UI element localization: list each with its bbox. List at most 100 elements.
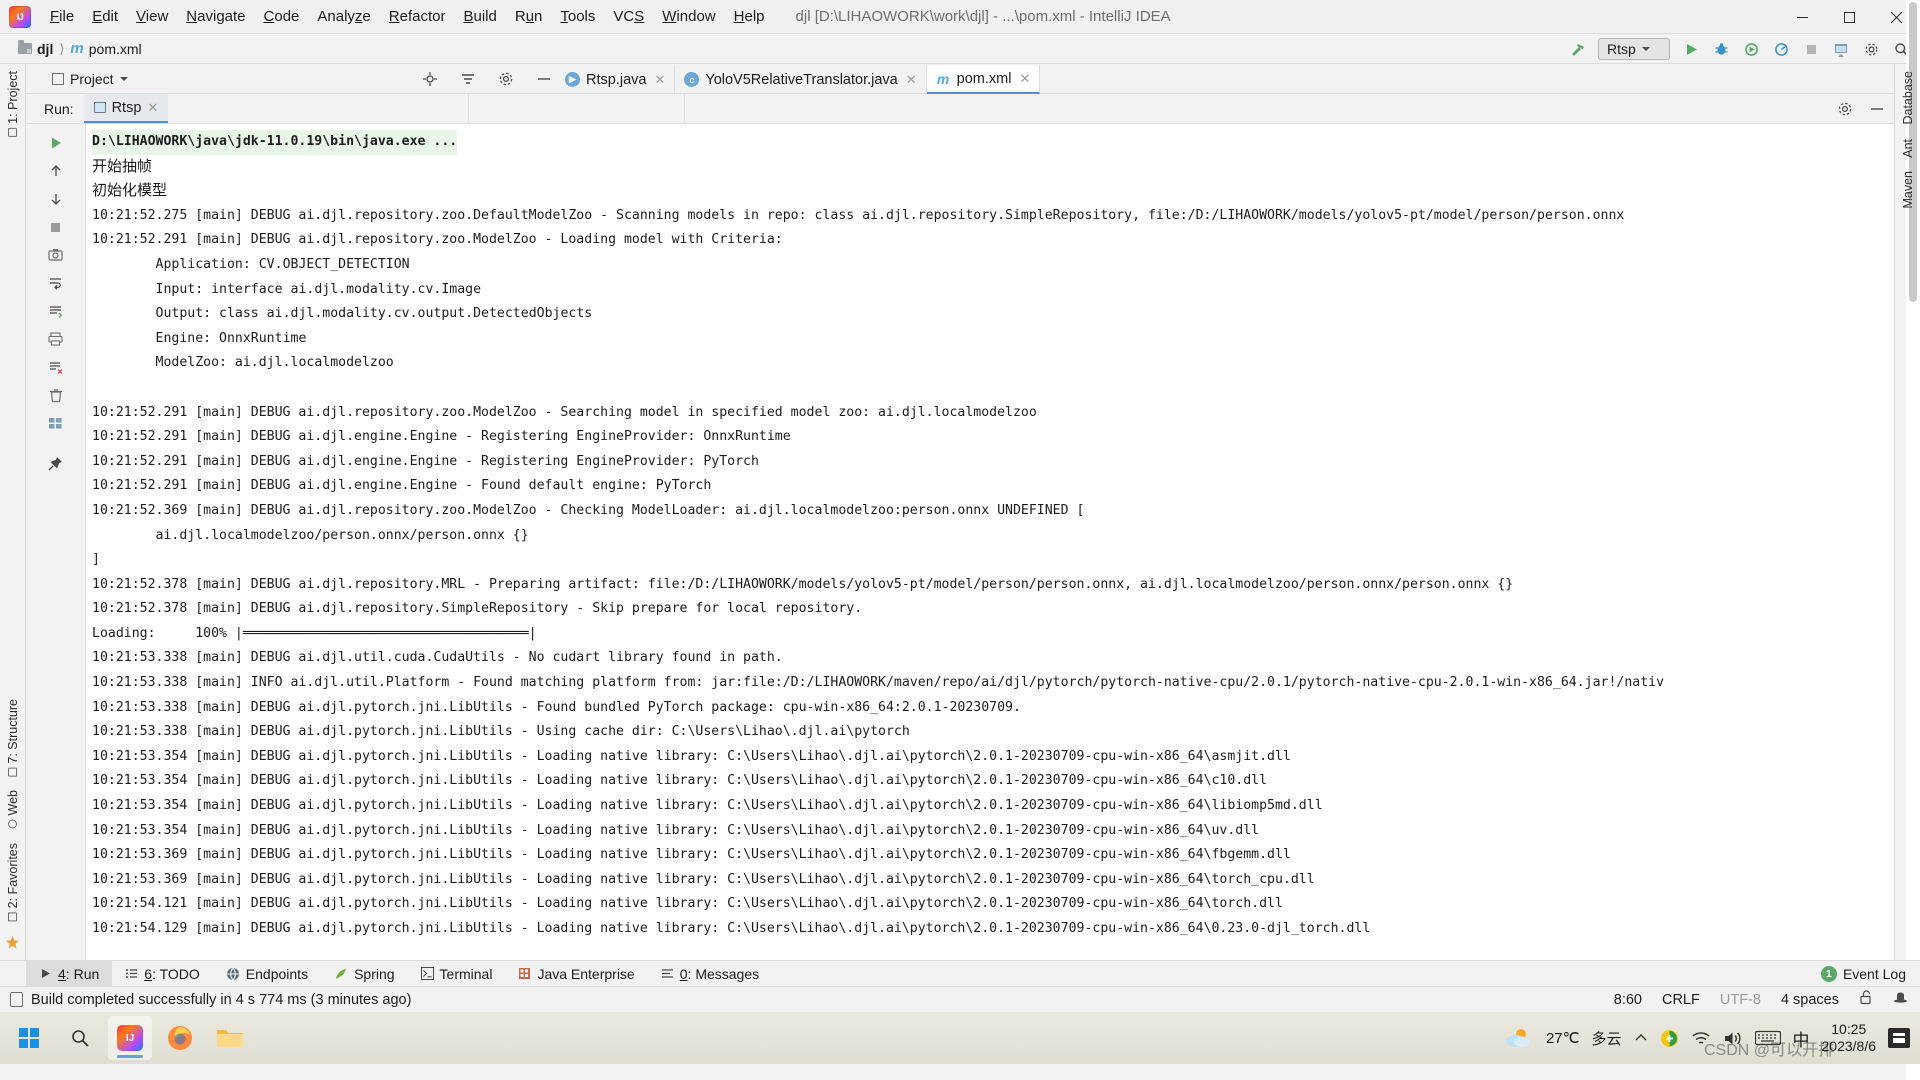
menu-refactor[interactable]: Refactor xyxy=(380,4,455,29)
profile-icon[interactable] xyxy=(1768,37,1794,61)
line-separator[interactable]: CRLF xyxy=(1662,992,1700,1008)
scroll-to-end-icon[interactable] xyxy=(43,298,69,324)
locate-icon[interactable] xyxy=(421,70,439,88)
weather-temperature[interactable]: 27℃ xyxy=(1546,1029,1580,1047)
sidebar-item-project[interactable]: 1: Project xyxy=(3,64,23,144)
trash-icon[interactable] xyxy=(43,382,69,408)
maximize-button[interactable] xyxy=(1826,0,1873,34)
run-configuration-selector[interactable]: Rtsp xyxy=(1598,38,1670,60)
sidebar-item-maven[interactable]: Maven xyxy=(1898,164,1918,216)
toolwindow-endpoints[interactable]: Endpoints xyxy=(213,961,321,986)
toolwindow-run[interactable]: 4: Run xyxy=(26,961,113,986)
sidebar-item-structure[interactable]: 7: Structure xyxy=(3,692,23,784)
minimize-button[interactable] xyxy=(1779,0,1826,34)
taskbar-firefox-icon[interactable] xyxy=(158,1016,202,1060)
taskbar-apps: IJ xyxy=(0,1016,252,1060)
hide-tool-window-icon[interactable] xyxy=(1868,100,1886,118)
toolwindow-terminal[interactable]: Terminal xyxy=(408,961,506,986)
toolwindow-spring[interactable]: Spring xyxy=(321,961,407,986)
notification-icon[interactable] xyxy=(1888,1028,1910,1048)
menu-vcs[interactable]: VCS xyxy=(604,4,653,29)
menu-edit[interactable]: Edit xyxy=(83,4,127,29)
toolwindow-todo[interactable]: 6: TODO xyxy=(112,961,213,986)
chevron-down-icon[interactable] xyxy=(119,76,128,81)
console-line: 开始抽帧 xyxy=(92,155,1894,180)
updates-icon[interactable] xyxy=(1828,37,1854,61)
taskbar-intellij-idea-icon[interactable]: IJ xyxy=(108,1016,152,1060)
close-icon[interactable]: ✕ xyxy=(906,72,917,88)
indent-setting[interactable]: 4 spaces xyxy=(1781,992,1839,1008)
run-tab-rtsp[interactable]: Rtsp ✕ xyxy=(83,94,169,123)
menu-tools[interactable]: Tools xyxy=(551,4,604,29)
console-output[interactable]: D:\LIHAOWORK\java\jdk-11.0.19\bin\java.e… xyxy=(86,124,1894,960)
pin-icon[interactable] xyxy=(43,450,69,476)
rerun-icon[interactable] xyxy=(43,130,69,156)
debug-icon[interactable] xyxy=(1708,37,1734,61)
editor-tab-pom-xml[interactable]: m pom.xml ✕ xyxy=(926,65,1041,94)
settings-gear-icon[interactable] xyxy=(497,70,515,88)
inspector-hat-icon[interactable] xyxy=(1893,990,1908,1009)
keyboard-icon[interactable] xyxy=(1754,1030,1781,1046)
menu-file[interactable]: File xyxy=(41,4,83,29)
clock[interactable]: 10:25 2023/8/6 xyxy=(1822,1021,1877,1055)
windows-start-icon[interactable] xyxy=(6,1016,52,1060)
taskbar-file-explorer-icon[interactable] xyxy=(208,1016,252,1060)
collapse-all-icon[interactable] xyxy=(459,70,477,88)
build-hammer-icon[interactable] xyxy=(1564,37,1590,61)
breadcrumb-file[interactable]: pom.xml xyxy=(89,41,142,57)
weather-description[interactable]: 多云 xyxy=(1591,1028,1621,1049)
soft-wrap-icon[interactable] xyxy=(43,270,69,296)
sidebar-item-database[interactable]: Database xyxy=(1898,64,1918,132)
stop-icon[interactable] xyxy=(1798,37,1824,61)
up-arrow-icon[interactable] xyxy=(43,158,69,184)
editor-tab-label: YoloV5RelativeTranslator.java xyxy=(705,71,898,88)
editor-tab-yolov5relativetranslator-java[interactable]: c YoloV5RelativeTranslator.java ✕ xyxy=(675,65,927,94)
menu-help[interactable]: Help xyxy=(725,4,774,29)
print-icon[interactable] xyxy=(43,326,69,352)
event-log-area[interactable]: 1 Event Log xyxy=(1820,965,1906,982)
down-arrow-icon[interactable] xyxy=(43,186,69,212)
hide-tool-window-icon[interactable] xyxy=(535,70,553,88)
volume-icon[interactable] xyxy=(1723,1030,1743,1047)
toolwindow-messages[interactable]: 0: Messages xyxy=(648,961,772,986)
lock-open-icon[interactable] xyxy=(1859,990,1873,1009)
menu-build[interactable]: Build xyxy=(454,4,505,29)
menu-run[interactable]: Run xyxy=(506,4,552,29)
menu-window[interactable]: Window xyxy=(653,4,724,29)
network-wifi-icon[interactable] xyxy=(1691,1030,1711,1046)
layout-icon[interactable] xyxy=(43,410,69,436)
bookmarks-star-icon[interactable] xyxy=(4,933,22,951)
file-encoding[interactable]: UTF-8 xyxy=(1720,992,1761,1008)
camera-icon[interactable] xyxy=(43,242,69,268)
close-icon[interactable]: ✕ xyxy=(1019,71,1030,87)
ime-indicator[interactable]: 中 xyxy=(1793,1026,1810,1051)
tool-window-header: Project ▶ Rtsp.java ✕ c YoloV5RelativeTr… xyxy=(26,64,1894,94)
sidebar-item-web[interactable]: Web xyxy=(3,783,23,835)
menu-navigate[interactable]: Navigate xyxy=(177,4,254,29)
menu-view[interactable]: View xyxy=(127,4,177,29)
menu-code[interactable]: Code xyxy=(255,4,309,29)
settings-gear-icon[interactable] xyxy=(1858,37,1884,61)
menu-analyze[interactable]: Analyze xyxy=(308,4,379,29)
breadcrumb-project[interactable]: djl xyxy=(37,41,53,57)
console-line: 10:21:52.275 [main] DEBUG ai.djl.reposit… xyxy=(92,207,1625,223)
settings-gear-icon[interactable] xyxy=(1836,100,1854,118)
project-tool-label[interactable]: Project xyxy=(52,71,128,87)
run-icon[interactable] xyxy=(1678,37,1704,61)
stop-icon[interactable] xyxy=(43,214,69,240)
show-hidden-icons-icon[interactable] xyxy=(1634,1031,1648,1045)
sun-cloud-icon[interactable] xyxy=(1504,1026,1534,1050)
caret-position[interactable]: 8:60 xyxy=(1614,992,1642,1008)
clear-all-icon[interactable] xyxy=(43,354,69,380)
clock-time: 10:25 xyxy=(1831,1021,1867,1037)
sidebar-item-ant[interactable]: Ant xyxy=(1898,132,1918,165)
clock-date: 2023/8/6 xyxy=(1821,1038,1877,1054)
security-shield-icon[interactable] xyxy=(1660,1029,1679,1048)
search-icon[interactable] xyxy=(58,1016,102,1060)
run-with-coverage-icon[interactable] xyxy=(1738,37,1764,61)
toolwindow-java-enterprise[interactable]: Java Enterprise xyxy=(505,961,647,986)
close-icon[interactable]: ✕ xyxy=(654,72,665,88)
sidebar-item-favorites[interactable]: 2: Favorites xyxy=(3,836,23,928)
editor-tab-rtsp-java[interactable]: ▶ Rtsp.java ✕ xyxy=(556,65,676,94)
close-icon[interactable]: ✕ xyxy=(147,100,158,116)
